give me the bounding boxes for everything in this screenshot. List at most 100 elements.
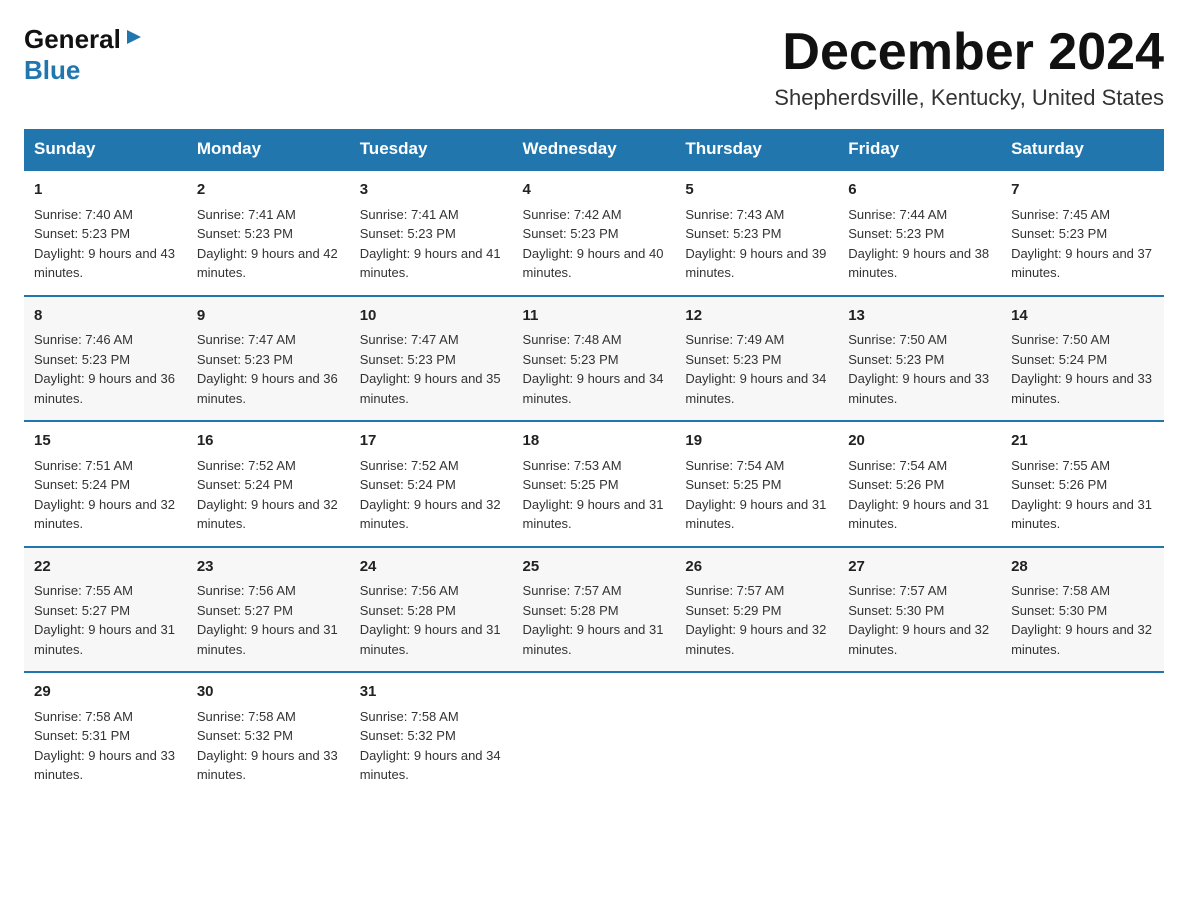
day-number: 29 (34, 681, 177, 704)
day-info: Sunrise: 7:53 AMSunset: 5:25 PMDaylight:… (523, 456, 666, 534)
day-info: Sunrise: 7:50 AMSunset: 5:23 PMDaylight:… (848, 330, 991, 408)
calendar-cell: 25 Sunrise: 7:57 AMSunset: 5:28 PMDaylig… (513, 547, 676, 673)
day-info: Sunrise: 7:40 AMSunset: 5:23 PMDaylight:… (34, 205, 177, 283)
day-info: Sunrise: 7:49 AMSunset: 5:23 PMDaylight:… (685, 330, 828, 408)
day-info: Sunrise: 7:54 AMSunset: 5:25 PMDaylight:… (685, 456, 828, 534)
col-header-monday: Monday (187, 129, 350, 170)
day-number: 31 (360, 681, 503, 704)
calendar-cell: 20 Sunrise: 7:54 AMSunset: 5:26 PMDaylig… (838, 421, 1001, 547)
day-number: 7 (1011, 179, 1154, 202)
day-number: 17 (360, 430, 503, 453)
day-info: Sunrise: 7:46 AMSunset: 5:23 PMDaylight:… (34, 330, 177, 408)
day-info: Sunrise: 7:41 AMSunset: 5:23 PMDaylight:… (197, 205, 340, 283)
calendar-cell: 6 Sunrise: 7:44 AMSunset: 5:23 PMDayligh… (838, 170, 1001, 296)
day-info: Sunrise: 7:43 AMSunset: 5:23 PMDaylight:… (685, 205, 828, 283)
month-title: December 2024 (774, 24, 1164, 81)
calendar-week-row: 1 Sunrise: 7:40 AMSunset: 5:23 PMDayligh… (24, 170, 1164, 296)
title-area: December 2024 Shepherdsville, Kentucky, … (774, 24, 1164, 111)
col-header-thursday: Thursday (675, 129, 838, 170)
day-number: 12 (685, 305, 828, 328)
day-number: 15 (34, 430, 177, 453)
calendar-cell: 11 Sunrise: 7:48 AMSunset: 5:23 PMDaylig… (513, 296, 676, 422)
calendar-cell: 2 Sunrise: 7:41 AMSunset: 5:23 PMDayligh… (187, 170, 350, 296)
day-info: Sunrise: 7:42 AMSunset: 5:23 PMDaylight:… (523, 205, 666, 283)
calendar-header-row: SundayMondayTuesdayWednesdayThursdayFrid… (24, 129, 1164, 170)
day-info: Sunrise: 7:58 AMSunset: 5:30 PMDaylight:… (1011, 581, 1154, 659)
day-info: Sunrise: 7:52 AMSunset: 5:24 PMDaylight:… (197, 456, 340, 534)
calendar-cell: 26 Sunrise: 7:57 AMSunset: 5:29 PMDaylig… (675, 547, 838, 673)
calendar-cell: 18 Sunrise: 7:53 AMSunset: 5:25 PMDaylig… (513, 421, 676, 547)
day-info: Sunrise: 7:45 AMSunset: 5:23 PMDaylight:… (1011, 205, 1154, 283)
day-info: Sunrise: 7:55 AMSunset: 5:26 PMDaylight:… (1011, 456, 1154, 534)
day-info: Sunrise: 7:58 AMSunset: 5:31 PMDaylight:… (34, 707, 177, 785)
day-number: 20 (848, 430, 991, 453)
day-number: 5 (685, 179, 828, 202)
day-number: 24 (360, 556, 503, 579)
logo: General Blue (24, 24, 145, 86)
calendar-cell: 8 Sunrise: 7:46 AMSunset: 5:23 PMDayligh… (24, 296, 187, 422)
calendar-cell: 5 Sunrise: 7:43 AMSunset: 5:23 PMDayligh… (675, 170, 838, 296)
day-number: 9 (197, 305, 340, 328)
calendar-cell: 21 Sunrise: 7:55 AMSunset: 5:26 PMDaylig… (1001, 421, 1164, 547)
day-number: 8 (34, 305, 177, 328)
day-info: Sunrise: 7:57 AMSunset: 5:30 PMDaylight:… (848, 581, 991, 659)
calendar-cell: 23 Sunrise: 7:56 AMSunset: 5:27 PMDaylig… (187, 547, 350, 673)
calendar-week-row: 15 Sunrise: 7:51 AMSunset: 5:24 PMDaylig… (24, 421, 1164, 547)
day-number: 10 (360, 305, 503, 328)
calendar-week-row: 22 Sunrise: 7:55 AMSunset: 5:27 PMDaylig… (24, 547, 1164, 673)
calendar-cell: 9 Sunrise: 7:47 AMSunset: 5:23 PMDayligh… (187, 296, 350, 422)
calendar-week-row: 8 Sunrise: 7:46 AMSunset: 5:23 PMDayligh… (24, 296, 1164, 422)
day-number: 28 (1011, 556, 1154, 579)
day-number: 16 (197, 430, 340, 453)
day-number: 3 (360, 179, 503, 202)
calendar-cell: 31 Sunrise: 7:58 AMSunset: 5:32 PMDaylig… (350, 672, 513, 797)
col-header-tuesday: Tuesday (350, 129, 513, 170)
day-number: 6 (848, 179, 991, 202)
calendar-cell: 16 Sunrise: 7:52 AMSunset: 5:24 PMDaylig… (187, 421, 350, 547)
calendar-cell: 30 Sunrise: 7:58 AMSunset: 5:32 PMDaylig… (187, 672, 350, 797)
day-info: Sunrise: 7:55 AMSunset: 5:27 PMDaylight:… (34, 581, 177, 659)
day-info: Sunrise: 7:57 AMSunset: 5:28 PMDaylight:… (523, 581, 666, 659)
day-number: 23 (197, 556, 340, 579)
day-number: 18 (523, 430, 666, 453)
calendar-week-row: 29 Sunrise: 7:58 AMSunset: 5:31 PMDaylig… (24, 672, 1164, 797)
day-info: Sunrise: 7:57 AMSunset: 5:29 PMDaylight:… (685, 581, 828, 659)
day-number: 11 (523, 305, 666, 328)
calendar-cell (838, 672, 1001, 797)
day-number: 21 (1011, 430, 1154, 453)
page-header: General Blue December 2024 Shepherdsvill… (24, 24, 1164, 111)
day-info: Sunrise: 7:50 AMSunset: 5:24 PMDaylight:… (1011, 330, 1154, 408)
calendar-cell: 10 Sunrise: 7:47 AMSunset: 5:23 PMDaylig… (350, 296, 513, 422)
day-number: 4 (523, 179, 666, 202)
day-info: Sunrise: 7:51 AMSunset: 5:24 PMDaylight:… (34, 456, 177, 534)
day-info: Sunrise: 7:58 AMSunset: 5:32 PMDaylight:… (197, 707, 340, 785)
calendar-cell: 4 Sunrise: 7:42 AMSunset: 5:23 PMDayligh… (513, 170, 676, 296)
day-info: Sunrise: 7:41 AMSunset: 5:23 PMDaylight:… (360, 205, 503, 283)
calendar-cell: 1 Sunrise: 7:40 AMSunset: 5:23 PMDayligh… (24, 170, 187, 296)
calendar-cell: 19 Sunrise: 7:54 AMSunset: 5:25 PMDaylig… (675, 421, 838, 547)
calendar-cell: 13 Sunrise: 7:50 AMSunset: 5:23 PMDaylig… (838, 296, 1001, 422)
location-title: Shepherdsville, Kentucky, United States (774, 85, 1164, 111)
day-number: 2 (197, 179, 340, 202)
calendar-cell (513, 672, 676, 797)
calendar-cell: 15 Sunrise: 7:51 AMSunset: 5:24 PMDaylig… (24, 421, 187, 547)
day-number: 13 (848, 305, 991, 328)
calendar-cell: 22 Sunrise: 7:55 AMSunset: 5:27 PMDaylig… (24, 547, 187, 673)
day-number: 1 (34, 179, 177, 202)
day-info: Sunrise: 7:58 AMSunset: 5:32 PMDaylight:… (360, 707, 503, 785)
calendar-cell: 7 Sunrise: 7:45 AMSunset: 5:23 PMDayligh… (1001, 170, 1164, 296)
calendar-cell: 27 Sunrise: 7:57 AMSunset: 5:30 PMDaylig… (838, 547, 1001, 673)
calendar-cell (1001, 672, 1164, 797)
day-info: Sunrise: 7:52 AMSunset: 5:24 PMDaylight:… (360, 456, 503, 534)
logo-general-text: General (24, 24, 121, 55)
calendar-cell: 24 Sunrise: 7:56 AMSunset: 5:28 PMDaylig… (350, 547, 513, 673)
day-number: 26 (685, 556, 828, 579)
calendar-cell: 17 Sunrise: 7:52 AMSunset: 5:24 PMDaylig… (350, 421, 513, 547)
col-header-wednesday: Wednesday (513, 129, 676, 170)
day-info: Sunrise: 7:56 AMSunset: 5:28 PMDaylight:… (360, 581, 503, 659)
day-info: Sunrise: 7:48 AMSunset: 5:23 PMDaylight:… (523, 330, 666, 408)
day-number: 25 (523, 556, 666, 579)
calendar-table: SundayMondayTuesdayWednesdayThursdayFrid… (24, 129, 1164, 797)
day-number: 22 (34, 556, 177, 579)
day-number: 19 (685, 430, 828, 453)
